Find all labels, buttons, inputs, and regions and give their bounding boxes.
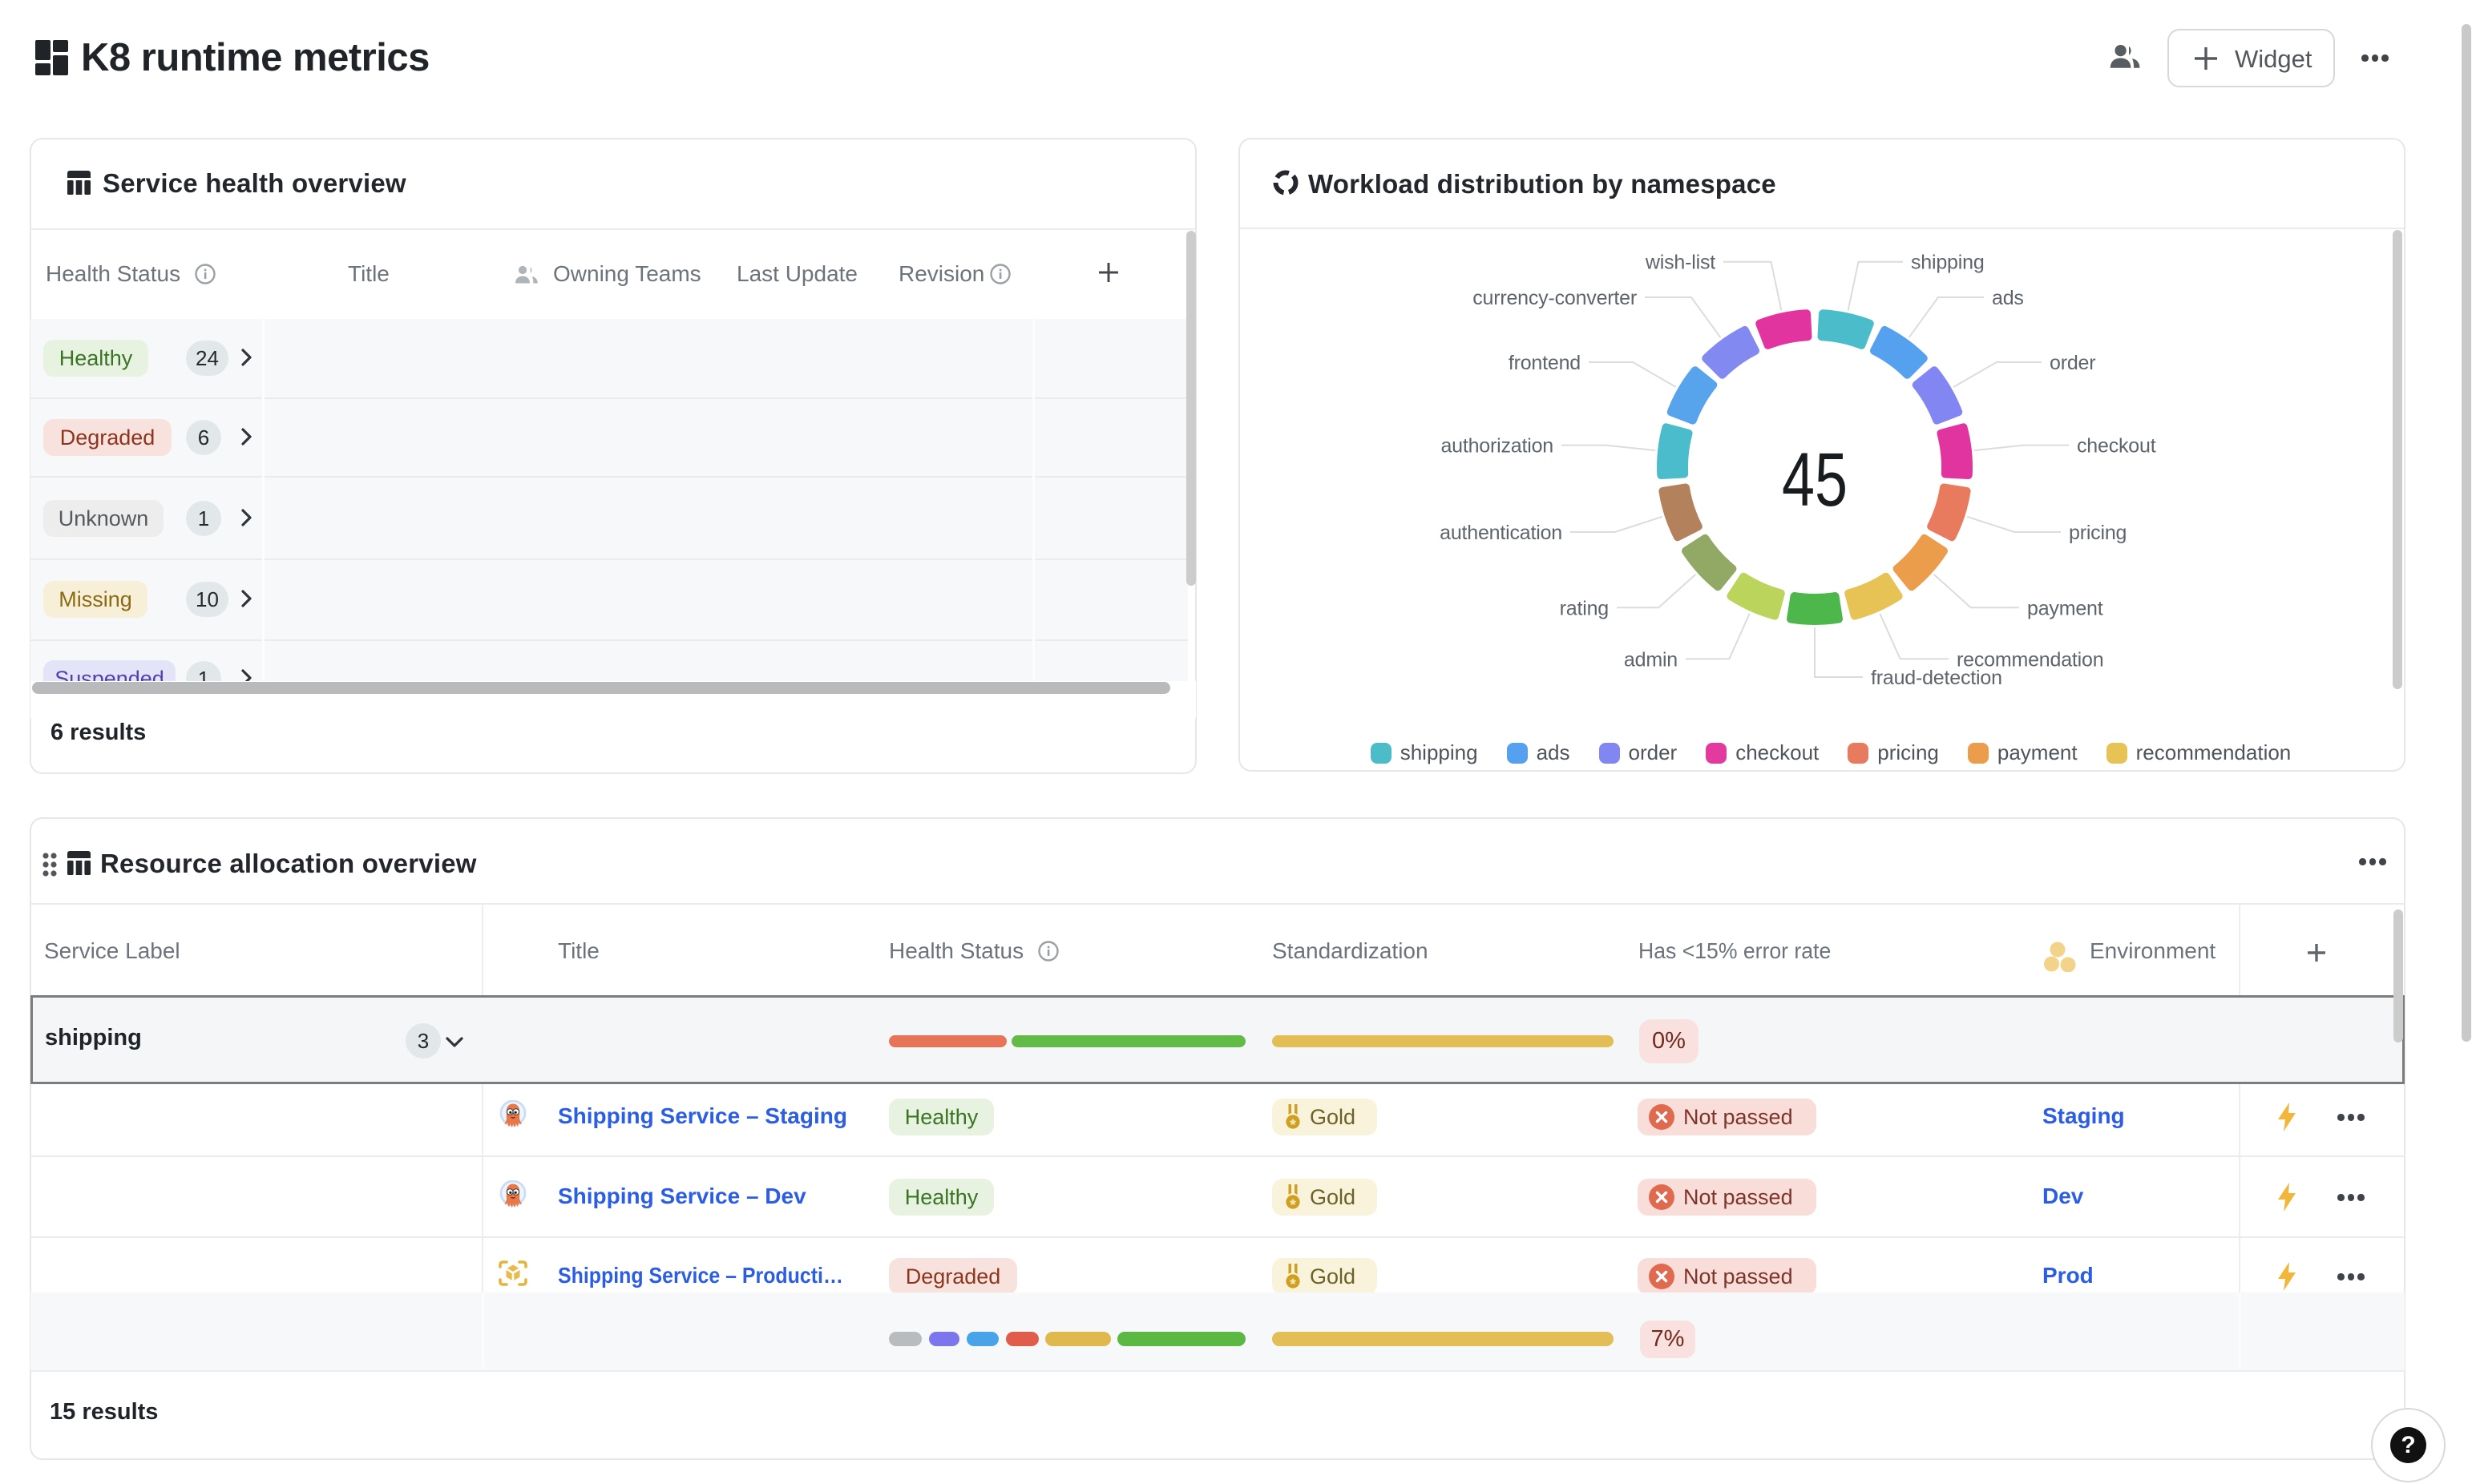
svg-text:wish-list: wish-list xyxy=(1645,252,1715,274)
svg-text:checkout: checkout xyxy=(2077,435,2156,458)
svg-text:authorization: authorization xyxy=(1440,435,1553,458)
svg-text:fraud-detection: fraud-detection xyxy=(1871,667,2002,689)
svg-text:currency-converter: currency-converter xyxy=(1472,287,1637,309)
svg-text:frontend: frontend xyxy=(1509,352,1581,374)
svg-text:authentication: authentication xyxy=(1440,522,1562,544)
svg-text:admin: admin xyxy=(1624,648,1678,671)
svg-text:pricing: pricing xyxy=(2069,522,2127,544)
svg-text:rating: rating xyxy=(1560,597,1609,619)
svg-text:order: order xyxy=(2050,352,2095,374)
svg-text:45: 45 xyxy=(1782,438,1848,522)
svg-text:shipping: shipping xyxy=(1911,252,1985,274)
svg-text:ads: ads xyxy=(1992,287,2024,309)
svg-text:payment: payment xyxy=(2027,597,2103,619)
